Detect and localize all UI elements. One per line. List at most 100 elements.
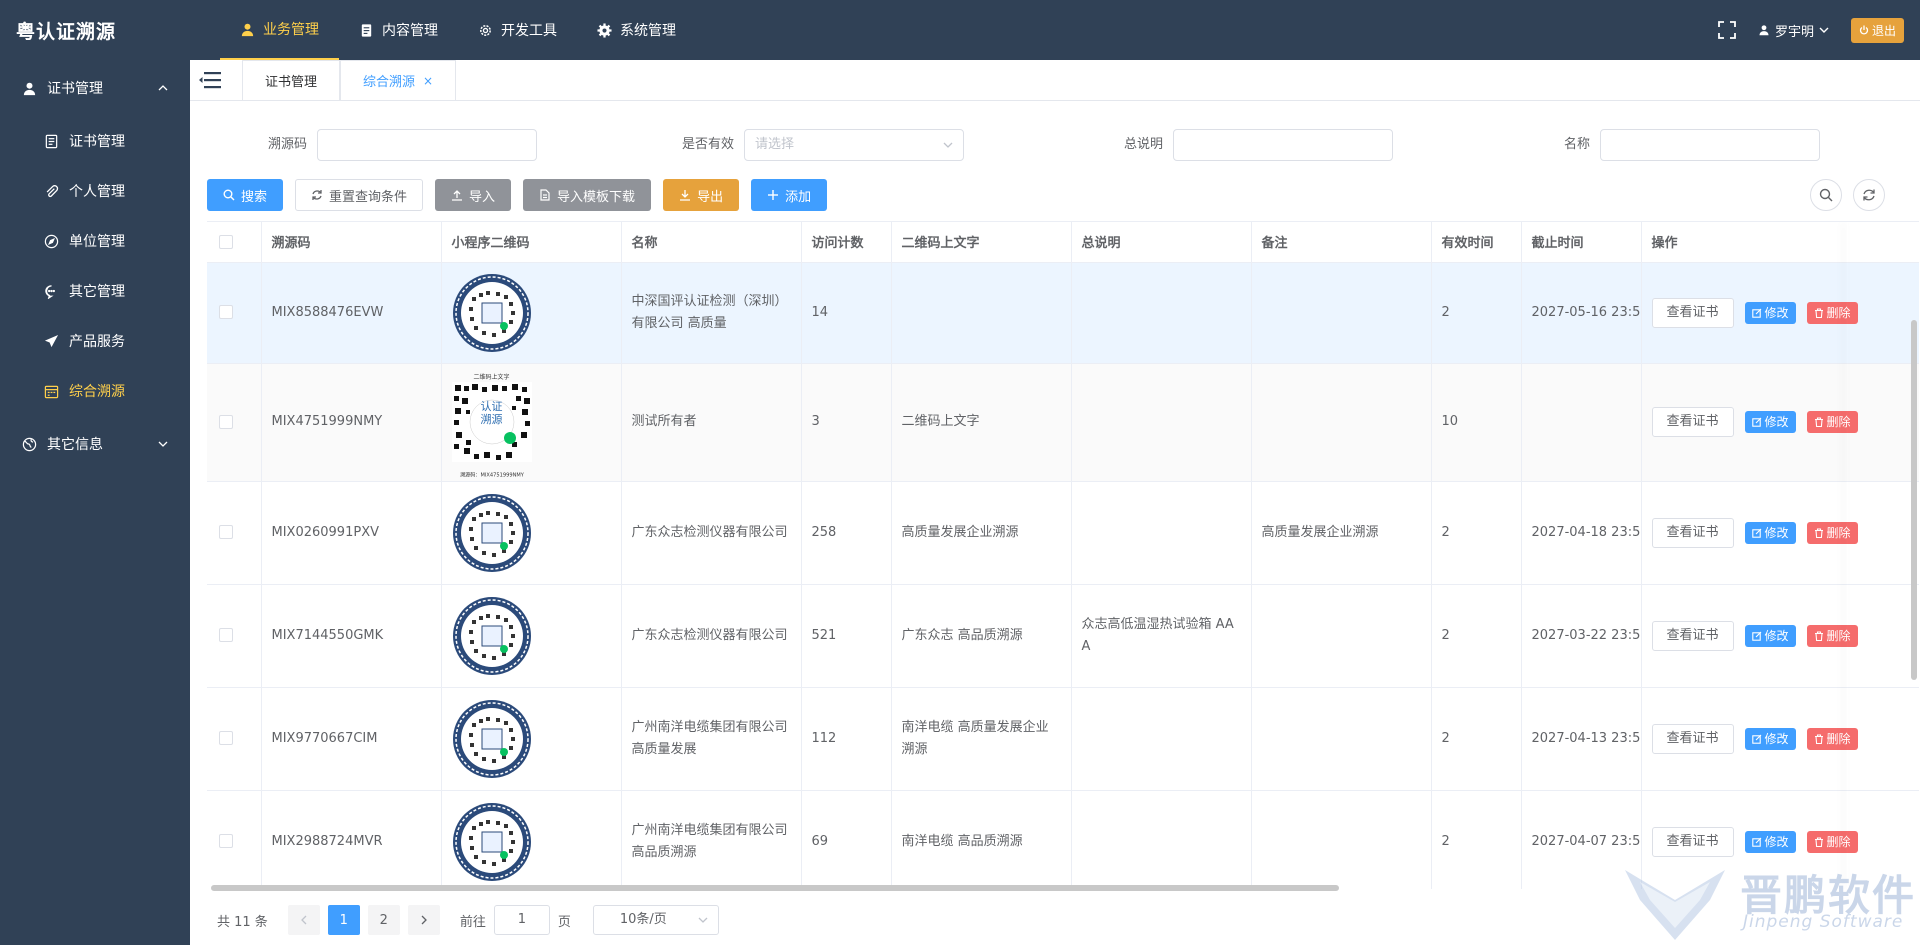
trash-icon <box>1814 307 1823 318</box>
delete-button[interactable]: 删除 <box>1806 624 1858 647</box>
tab-comprehensive-trace[interactable]: 综合溯源 × <box>340 60 457 100</box>
paperclip-icon <box>46 184 59 197</box>
delete-button[interactable]: 删除 <box>1806 727 1858 750</box>
edit-label: 修改 <box>1764 415 1789 429</box>
table-row[interactable]: MIX0260991PXV 广东众志检测仪器有限公司 258 高质量发展企业溯源… <box>207 481 1919 585</box>
pagination: 共 11 条 1 2 前往 1 页 10条/页 <box>217 904 719 936</box>
fullscreen-icon[interactable] <box>1718 21 1736 39</box>
view-certificate-button[interactable]: 查看证书 <box>1651 407 1734 437</box>
add-button[interactable]: 添加 <box>751 179 828 211</box>
edit-button[interactable]: 修改 <box>1744 830 1796 853</box>
view-certificate-button[interactable]: 查看证书 <box>1651 723 1734 754</box>
sidebar-item-label: 产品服务 <box>69 334 125 350</box>
sidebar-item-other-mgmt[interactable]: 其它管理 <box>0 266 190 316</box>
topnav-label: 内容管理 <box>382 23 438 39</box>
edit-icon <box>1751 631 1761 641</box>
cell-name: 广东众志检测仪器有限公司 <box>621 481 802 585</box>
topnav-item-content[interactable]: 内容管理 <box>339 0 458 60</box>
sidebar-group-other-info[interactable]: 其它信息 <box>0 416 190 472</box>
valid-select-placeholder: 请选择 <box>755 137 795 152</box>
sidebar-item-organization[interactable]: 单位管理 <box>0 216 190 266</box>
cell-qr <box>441 790 622 889</box>
import-button[interactable]: 导入 <box>435 179 512 211</box>
reset-button[interactable]: 重置查询条件 <box>295 179 424 211</box>
edit-button[interactable]: 修改 <box>1744 727 1796 750</box>
view-certificate-button[interactable]: 查看证书 <box>1651 297 1734 328</box>
delete-button[interactable]: 删除 <box>1806 521 1858 544</box>
cell-code: MIX0260991PXV <box>261 481 442 585</box>
chevron-down-icon <box>698 917 708 923</box>
cell-name: 测试所有者 <box>621 363 802 482</box>
topnav-item-system[interactable]: 系统管理 <box>577 0 696 60</box>
cell-note <box>1251 584 1432 688</box>
view-certificate-button[interactable]: 查看证书 <box>1651 620 1734 651</box>
search-button[interactable]: 搜索 <box>207 179 284 211</box>
cell-visits: 112 <box>801 687 892 791</box>
row-checkbox[interactable] <box>219 525 233 539</box>
topnav-item-devtools[interactable]: 开发工具 <box>458 0 577 60</box>
close-icon[interactable]: × <box>423 74 433 88</box>
template-download-button[interactable]: 导入模板下载 <box>523 179 652 211</box>
row-checkbox[interactable] <box>219 414 233 429</box>
edit-button[interactable]: 修改 <box>1744 521 1796 544</box>
page-size-select[interactable]: 10条/页 <box>592 905 719 935</box>
hamburger-icon[interactable] <box>190 60 230 100</box>
toggle-search-button[interactable] <box>1810 179 1842 211</box>
topnav-item-business[interactable]: 业务管理 <box>220 0 339 60</box>
edit-icon <box>1751 308 1761 318</box>
table-row[interactable]: MIX4751999NMY 二维码上文字 认证溯源 溯源码：MIX4751999… <box>207 363 1919 482</box>
code-input[interactable] <box>317 129 537 161</box>
edit-button[interactable]: 修改 <box>1744 301 1796 324</box>
next-page-button[interactable] <box>407 905 440 935</box>
cell-valid-time: 2 <box>1431 481 1522 585</box>
sidebar-item-product-service[interactable]: 产品服务 <box>0 316 190 366</box>
page-button-2[interactable]: 2 <box>367 905 400 935</box>
user-menu[interactable]: 罗宇明 <box>1758 21 1829 40</box>
tab-certificate-mgmt[interactable]: 证书管理 <box>242 60 341 100</box>
prev-page-button[interactable] <box>287 905 320 935</box>
table-row[interactable]: MIX8588476EVW 中深国评认证检测（深圳）有限公司 高质量 14 2 … <box>207 262 1919 364</box>
horizontal-scrollbar[interactable] <box>211 885 1339 891</box>
edit-icon <box>1751 734 1761 744</box>
edit-button[interactable]: 修改 <box>1744 624 1796 647</box>
plus-icon <box>768 190 779 200</box>
row-checkbox[interactable] <box>219 834 233 848</box>
edit-button[interactable]: 修改 <box>1744 411 1796 433</box>
view-certificate-button[interactable]: 查看证书 <box>1651 826 1734 857</box>
delete-button[interactable]: 删除 <box>1806 301 1858 324</box>
send-icon <box>44 334 59 347</box>
row-checkbox[interactable] <box>219 628 233 642</box>
edit-label: 修改 <box>1764 628 1789 643</box>
sidebar-item-comprehensive-trace[interactable]: 综合溯源 <box>0 366 190 416</box>
cell-qr-text <box>891 262 1072 364</box>
select-all-checkbox[interactable] <box>219 234 233 249</box>
goto-page-input[interactable]: 1 <box>493 905 550 935</box>
sidebar-item-certificate-mgmt[interactable]: 证书管理 <box>0 116 190 166</box>
logout-button[interactable]: 退出 <box>1850 17 1904 43</box>
mini-program-qr-code <box>452 699 531 778</box>
cell-deadline: 2027-04-18 23:59 <box>1521 481 1642 585</box>
name-input[interactable] <box>1600 129 1820 161</box>
table-row[interactable]: MIX7144550GMK 广东众志检测仪器有限公司 521 广东众志 高品质溯… <box>207 584 1919 688</box>
sidebar-item-personal[interactable]: 个人管理 <box>0 166 190 216</box>
desc-input[interactable] <box>1173 129 1393 161</box>
delete-button[interactable]: 删除 <box>1806 830 1858 853</box>
export-button[interactable]: 导出 <box>663 179 740 211</box>
column-header: 总说明 <box>1071 222 1252 263</box>
fixed-column-shadow <box>1847 222 1848 889</box>
sidebar-item-label: 单位管理 <box>69 234 125 250</box>
view-certificate-button[interactable]: 查看证书 <box>1651 517 1734 548</box>
refresh-button[interactable] <box>1853 179 1885 211</box>
row-checkbox[interactable] <box>219 305 233 319</box>
valid-select[interactable]: 请选择 <box>744 129 964 161</box>
table-row[interactable]: MIX9770667CIM 广州南洋电缆集团有限公司 高质量发展 112 南洋电… <box>207 687 1919 791</box>
sidebar-group-certificates[interactable]: 证书管理 <box>0 60 190 116</box>
page-button-1[interactable]: 1 <box>327 905 360 935</box>
column-header: 有效时间 <box>1431 222 1522 263</box>
delete-button[interactable]: 删除 <box>1806 411 1858 433</box>
cell-deadline <box>1521 363 1642 482</box>
vertical-scrollbar[interactable] <box>1911 320 1917 680</box>
button-label: 导入模板下载 <box>557 189 636 205</box>
row-checkbox[interactable] <box>219 731 233 745</box>
sidebar-item-label: 个人管理 <box>69 184 125 200</box>
